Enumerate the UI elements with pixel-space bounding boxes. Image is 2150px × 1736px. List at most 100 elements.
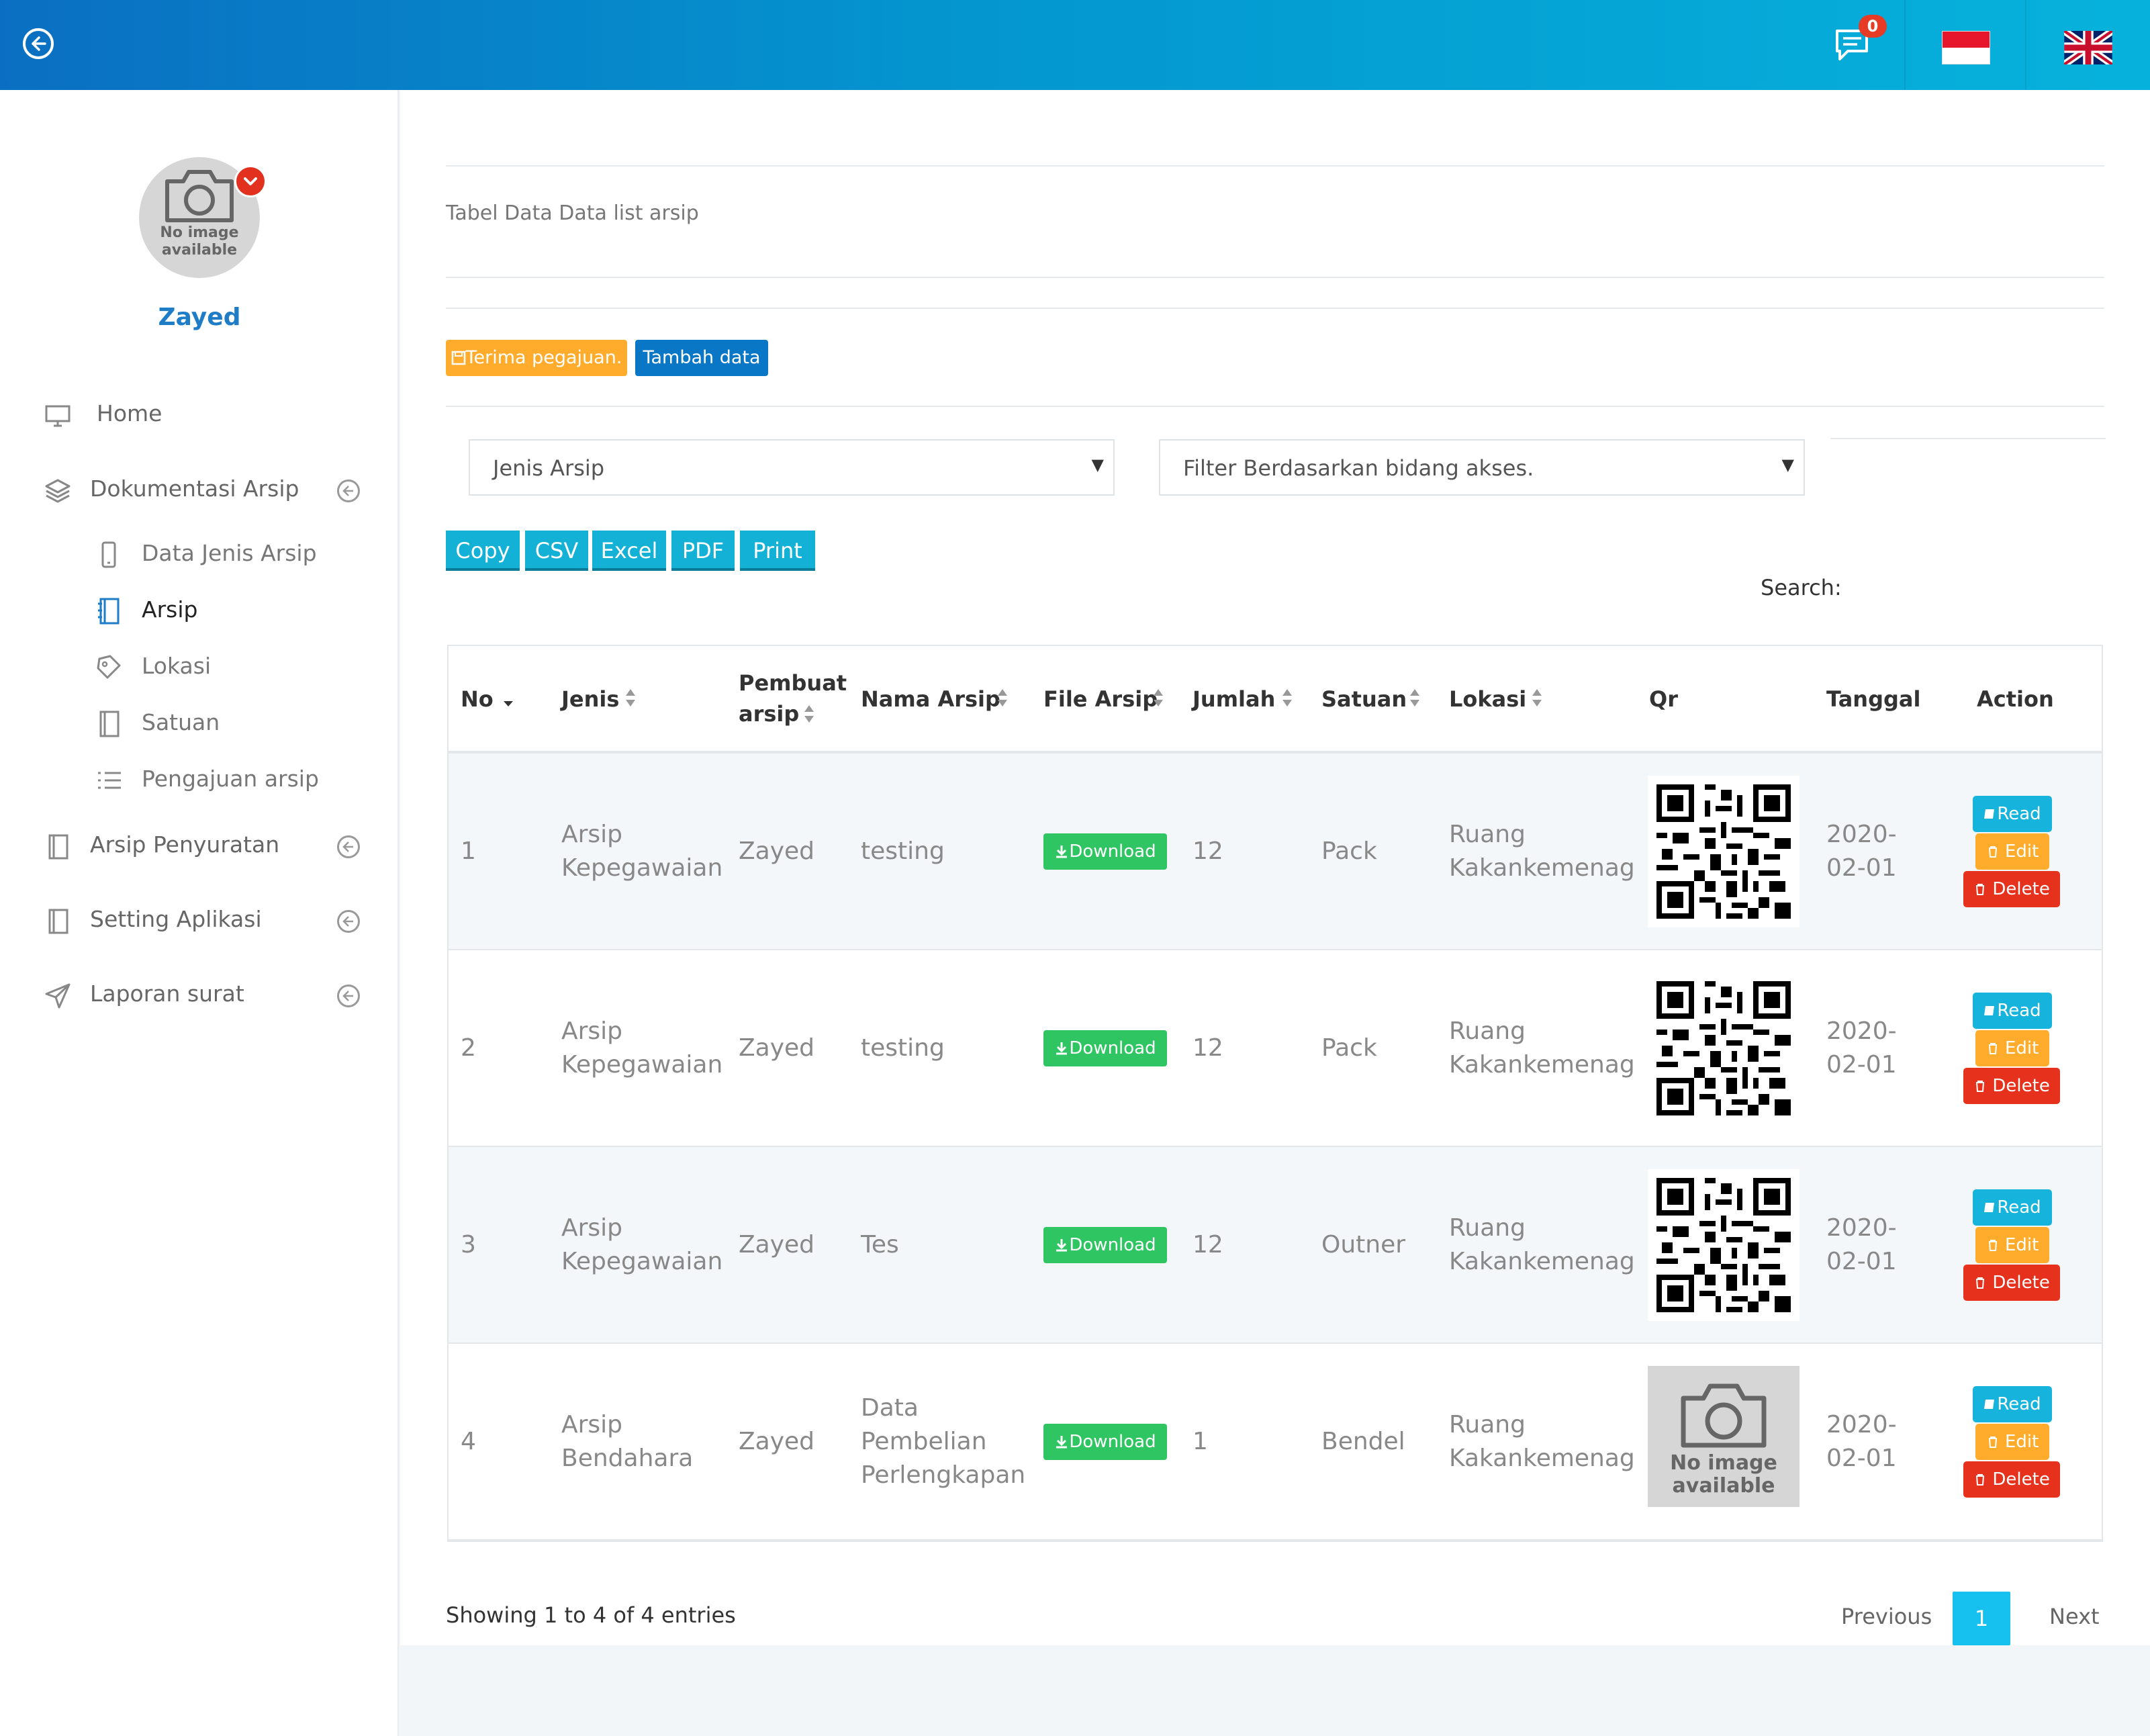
read-button[interactable]: Read bbox=[1973, 796, 2052, 832]
bidang-akses-select-value: Filter Berdasarkan bidang akses. bbox=[1183, 455, 1534, 481]
read-label: Read bbox=[1997, 1197, 2041, 1218]
column-header-jenis[interactable]: Jenis bbox=[561, 684, 619, 715]
column-header-label: Jumlah bbox=[1193, 686, 1276, 712]
back-arrow-icon[interactable] bbox=[23, 28, 54, 59]
read-button[interactable]: Read bbox=[1973, 1189, 2052, 1226]
pagination-page-1[interactable]: 1 bbox=[1953, 1592, 2010, 1645]
sidebar-item-arsip-penyuratan[interactable]: Arsip Penyuratan bbox=[0, 822, 399, 869]
sidebar-item-setting-aplikasi[interactable]: Setting Aplikasi bbox=[0, 897, 399, 944]
edit-button[interactable]: Edit bbox=[1975, 1030, 2049, 1066]
qr-code-image bbox=[1648, 1169, 1800, 1321]
delete-button[interactable]: Delete bbox=[1963, 871, 2060, 907]
download-button[interactable]: Download bbox=[1043, 1030, 1167, 1066]
column-header-label: Qr bbox=[1649, 686, 1678, 712]
sidebar-subitem-satuan[interactable]: Satuan bbox=[0, 700, 399, 747]
camera-icon bbox=[1681, 1383, 1767, 1448]
uk-flag-icon[interactable] bbox=[2064, 31, 2112, 64]
column-header-pembuat[interactable]: Pembuat arsip bbox=[739, 668, 847, 729]
delete-button[interactable]: Delete bbox=[1963, 1461, 2060, 1498]
cell-jenis: Arsip Kepegawaian bbox=[561, 821, 723, 882]
sort-icon[interactable] bbox=[1152, 688, 1164, 708]
delete-button[interactable]: Delete bbox=[1963, 1265, 2060, 1301]
sidebar-subitem-lokasi[interactable]: Lokasi bbox=[0, 644, 399, 691]
table-row: 2 Arsip Kepegawaian Zayed testing Downlo… bbox=[449, 950, 2102, 1147]
cell-pembuat: Zayed bbox=[739, 1231, 815, 1259]
read-button[interactable]: Read bbox=[1973, 993, 2052, 1029]
download-button[interactable]: Download bbox=[1043, 1227, 1167, 1263]
column-header-lokasi[interactable]: Lokasi bbox=[1449, 684, 1526, 715]
download-button[interactable]: Download bbox=[1043, 1424, 1167, 1460]
indonesia-flag-icon[interactable] bbox=[1942, 31, 1990, 64]
pagination-next[interactable]: Next bbox=[2049, 1604, 2100, 1629]
column-header-satuan[interactable]: Satuan bbox=[1321, 684, 1407, 715]
bidang-akses-select[interactable]: Filter Berdasarkan bidang akses. ▼ bbox=[1159, 439, 1805, 496]
trash-icon bbox=[1988, 1043, 1997, 1054]
csv-button[interactable]: CSV bbox=[525, 531, 588, 571]
sidebar-subitem-pengajuan-arsip[interactable]: Pengajuan arsip bbox=[0, 757, 399, 804]
book-icon bbox=[1984, 1203, 1995, 1212]
sort-icon[interactable] bbox=[1409, 688, 1421, 708]
notebook-icon bbox=[98, 598, 120, 625]
column-header-nama-arsip[interactable]: Nama Arsip bbox=[861, 684, 1000, 715]
sidebar-item-label: Home bbox=[97, 400, 162, 426]
sidebar-item-home[interactable]: Home bbox=[0, 391, 399, 438]
layers-icon bbox=[45, 479, 71, 503]
cell-no: 2 bbox=[461, 1034, 476, 1062]
no-image-placeholder: No image available bbox=[1648, 1366, 1800, 1507]
excel-button[interactable]: Excel bbox=[592, 531, 666, 571]
sidebar-subitem-data-jenis-arsip[interactable]: Data Jenis Arsip bbox=[0, 531, 399, 578]
sidebar-item-label: Setting Aplikasi bbox=[90, 906, 262, 932]
sort-icon[interactable] bbox=[1281, 688, 1293, 708]
sidebar-subitem-label: Lokasi bbox=[142, 653, 212, 679]
sidebar: No image available Zayed Home Dokumentas… bbox=[0, 90, 399, 1736]
column-header-label: Tanggal bbox=[1826, 686, 1921, 712]
table-body: 1 Arsip Kepegawaian Zayed testing Downlo… bbox=[449, 753, 2102, 1541]
print-button[interactable]: Print bbox=[740, 531, 815, 571]
cell-lokasi: Ruang Kakankemenag bbox=[1449, 1411, 1635, 1472]
pdf-button[interactable]: PDF bbox=[671, 531, 735, 571]
column-header-no[interactable]: No bbox=[461, 684, 494, 715]
collapse-arrow-icon[interactable] bbox=[337, 985, 360, 1007]
add-data-button[interactable]: Tambah data bbox=[635, 340, 768, 376]
caret-down-icon: ▼ bbox=[1781, 455, 1794, 474]
delete-button[interactable]: Delete bbox=[1963, 1068, 2060, 1104]
accept-submission-label: Terima pegajuan. bbox=[465, 347, 622, 368]
chevron-down-icon[interactable] bbox=[234, 165, 267, 197]
cell-jenis: Arsip Kepegawaian bbox=[561, 1017, 723, 1079]
copy-button[interactable]: Copy bbox=[446, 531, 520, 571]
column-header-file-arsip[interactable]: File Arsip bbox=[1043, 684, 1158, 715]
cell-pembuat: Zayed bbox=[739, 1428, 815, 1455]
read-button[interactable]: Read bbox=[1973, 1386, 2052, 1422]
send-icon bbox=[45, 983, 71, 1009]
column-header-label: Nama Arsip bbox=[861, 686, 1000, 712]
monitor-icon bbox=[45, 405, 71, 427]
column-header-jumlah[interactable]: Jumlah bbox=[1193, 684, 1275, 715]
sort-icon[interactable] bbox=[624, 688, 637, 708]
collapse-arrow-icon[interactable] bbox=[337, 835, 360, 858]
jenis-arsip-select[interactable]: Jenis Arsip ▼ bbox=[469, 439, 1115, 496]
page-title: Tabel Data Data list arsip bbox=[446, 201, 699, 225]
cell-tanggal: 2020-02-01 bbox=[1826, 1017, 1897, 1079]
accept-submission-button[interactable]: Terima pegajuan. bbox=[446, 340, 627, 376]
sidebar-item-laporan-surat[interactable]: Laporan surat bbox=[0, 971, 399, 1018]
sidebar-subitem-label: Pengajuan arsip bbox=[142, 766, 319, 792]
sort-icon[interactable] bbox=[1531, 688, 1543, 708]
sort-icon[interactable] bbox=[996, 688, 1009, 708]
sidebar-subitem-arsip[interactable]: Arsip bbox=[0, 588, 399, 635]
sidebar-subitem-label: Satuan bbox=[142, 709, 220, 735]
profile-name[interactable]: Zayed bbox=[0, 304, 399, 331]
edit-label: Edit bbox=[2004, 841, 2039, 862]
download-button[interactable]: Download bbox=[1043, 833, 1167, 870]
pagination-previous[interactable]: Previous bbox=[1841, 1604, 1932, 1629]
collapse-arrow-icon[interactable] bbox=[337, 479, 360, 502]
avatar[interactable]: No image available bbox=[139, 157, 267, 278]
collapse-arrow-icon[interactable] bbox=[337, 910, 360, 933]
edit-button[interactable]: Edit bbox=[1975, 1424, 2049, 1460]
sort-desc-icon[interactable] bbox=[502, 693, 514, 713]
edit-label: Edit bbox=[2004, 1038, 2039, 1058]
edit-button[interactable]: Edit bbox=[1975, 1227, 2049, 1263]
edit-button[interactable]: Edit bbox=[1975, 833, 2049, 870]
table-header: No Jenis Pembuat arsip Nama Arsip File A… bbox=[449, 646, 2102, 753]
sort-icon[interactable] bbox=[803, 704, 815, 724]
sidebar-item-dokumentasi-arsip[interactable]: Dokumentasi Arsip bbox=[0, 466, 399, 513]
